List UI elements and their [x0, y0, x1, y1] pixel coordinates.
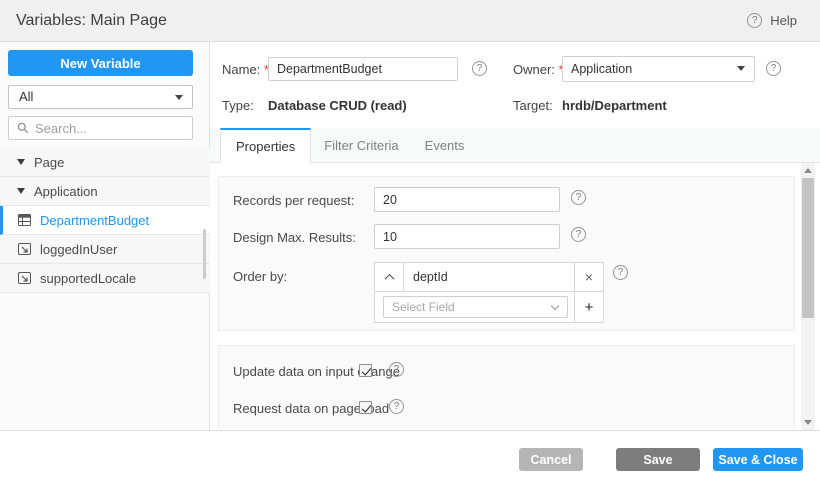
records-per-request-label: Records per request: — [233, 193, 355, 208]
name-help-icon[interactable]: ? — [472, 61, 487, 76]
sidebar-scrollbar-thumb[interactable] — [203, 229, 206, 279]
crud-variable-icon — [18, 214, 31, 226]
update-on-input-label: Update data on input change — [233, 364, 400, 379]
model-variable-icon — [18, 272, 31, 284]
save-and-close-button[interactable]: Save & Close — [713, 448, 803, 471]
order-by-label: Order by: — [233, 269, 288, 284]
detail-tabs: Properties Filter Criteria Events — [210, 128, 820, 163]
design-max-results-label: Design Max. Results: — [233, 230, 356, 245]
remove-order-field-button[interactable]: × — [574, 263, 603, 291]
order-by-field-input[interactable] — [404, 263, 574, 291]
name-label: Name: * — [222, 62, 269, 77]
owner-value: Application — [571, 62, 633, 76]
tree-item-supportedlocale[interactable]: supportedLocale — [0, 264, 210, 293]
tree-group-application[interactable]: Application — [0, 177, 210, 206]
sort-direction-button[interactable] — [375, 263, 404, 291]
type-value: Database CRUD (read) — [268, 98, 407, 113]
variable-detail-pane: Name: * ? Owner: * Application ? Type: D… — [210, 42, 820, 430]
chevron-down-icon — [737, 66, 745, 71]
add-order-field-button[interactable]: + — [574, 292, 603, 322]
search-icon — [17, 122, 29, 134]
chevron-down-icon — [175, 95, 183, 100]
owner-label: Owner: * — [513, 62, 564, 77]
update-on-input-checkbox[interactable] — [359, 364, 372, 377]
select-field-placeholder: Select Field — [392, 300, 455, 314]
behavior-panel: Update data on input change ? Request da… — [218, 345, 795, 429]
tree-item-loggedinuser[interactable]: loggedInUser — [0, 235, 210, 264]
dialog-footer: Cancel Save Save & Close — [0, 430, 820, 488]
search-input[interactable] — [35, 120, 175, 136]
scroll-up-icon[interactable] — [804, 168, 812, 173]
content-scrollbar[interactable] — [801, 163, 815, 430]
records-help-icon[interactable]: ? — [571, 190, 586, 205]
order-by-help-icon[interactable]: ? — [613, 265, 628, 280]
design-max-help-icon[interactable]: ? — [571, 227, 586, 242]
data-settings-panel: Records per request: ? Design Max. Resul… — [218, 176, 795, 331]
type-label: Type: — [222, 98, 254, 113]
chevron-down-icon — [550, 301, 560, 311]
scroll-down-icon[interactable] — [804, 420, 812, 425]
target-label: Target: — [513, 98, 553, 113]
page-title: Variables: Main Page — [16, 12, 167, 29]
design-max-results-input[interactable] — [374, 224, 560, 249]
model-variable-icon — [18, 243, 31, 255]
caret-down-icon — [17, 159, 25, 165]
dialog-header: Variables: Main Page ? Help — [0, 0, 820, 42]
cancel-button[interactable]: Cancel — [519, 448, 583, 471]
order-by-widget: × Select Field + — [374, 262, 604, 323]
owner-help-icon[interactable]: ? — [766, 61, 781, 76]
tab-properties[interactable]: Properties — [220, 128, 312, 163]
variables-sidebar: New Variable All Page Application — [0, 42, 210, 430]
caret-down-icon — [17, 188, 25, 194]
update-on-input-help-icon[interactable]: ? — [389, 362, 404, 377]
tree-group-page[interactable]: Page — [0, 148, 210, 177]
help-icon: ? — [747, 13, 763, 28]
variable-search[interactable] — [8, 116, 193, 140]
owner-select[interactable]: Application — [562, 56, 755, 82]
scrollbar-thumb[interactable] — [802, 178, 814, 318]
chevron-up-icon — [384, 273, 394, 284]
order-by-field-select[interactable]: Select Field — [383, 296, 568, 318]
request-on-load-help-icon[interactable]: ? — [389, 399, 404, 414]
save-button[interactable]: Save — [616, 448, 700, 471]
tab-filter-criteria[interactable]: Filter Criteria — [311, 128, 411, 162]
variables-dialog: Variables: Main Page ? Help New Variable… — [0, 0, 820, 488]
help-button[interactable]: ? Help — [747, 13, 797, 28]
tree-item-departmentbudget[interactable]: DepartmentBudget — [0, 206, 210, 235]
variables-tree: Page Application DepartmentBudget logged… — [0, 148, 210, 293]
variable-filter-select[interactable]: All — [8, 85, 193, 109]
request-on-load-checkbox[interactable] — [359, 401, 372, 414]
target-value: hrdb/Department — [562, 98, 667, 113]
new-variable-button[interactable]: New Variable — [8, 50, 193, 76]
records-per-request-input[interactable] — [374, 187, 560, 212]
help-label: Help — [770, 13, 797, 28]
properties-tab-content: Records per request: ? Design Max. Resul… — [210, 163, 820, 430]
tab-events[interactable]: Events — [412, 128, 478, 162]
name-input[interactable] — [268, 57, 458, 81]
variable-filter-value: All — [19, 89, 34, 104]
